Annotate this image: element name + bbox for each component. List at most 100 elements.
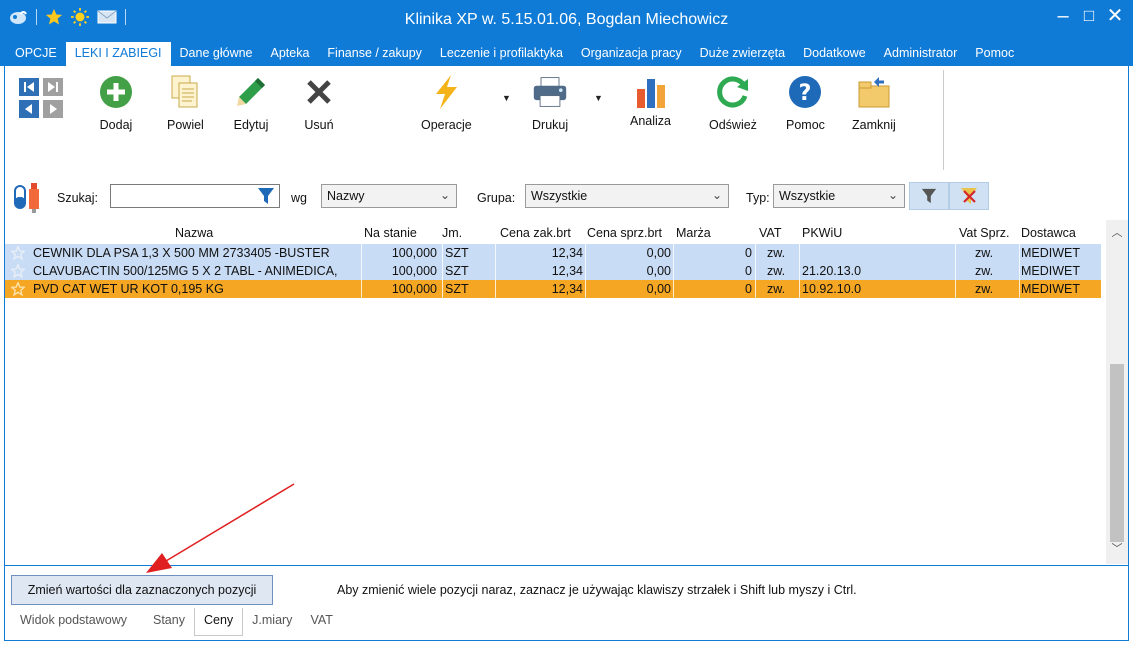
- usun-button[interactable]: Usuń: [301, 74, 337, 132]
- header-cena-zak[interactable]: Cena zak.brt: [500, 226, 571, 240]
- typ-value: Wszystkie: [779, 189, 836, 203]
- change-selected-button[interactable]: Zmień wartości dla zaznaczonych pozycji: [11, 575, 273, 605]
- last-icon: [43, 78, 63, 96]
- delete-x-icon: [307, 80, 331, 104]
- chevron-down-icon: ⌄: [711, 188, 722, 202]
- lightning-icon: [436, 75, 458, 109]
- table-row[interactable]: CLAVUBACTIN 500/125MG 5 X 2 TABL - ANIME…: [5, 262, 1101, 280]
- cell-marza: 0: [745, 246, 752, 260]
- last-record-button[interactable]: [43, 78, 63, 96]
- items-table[interactable]: Nazwa Na stanie Jm. Cena zak.brt Cena sp…: [4, 220, 1129, 566]
- operacje-label: Operacje: [421, 118, 472, 132]
- tab-administrator[interactable]: Administrator: [875, 42, 967, 66]
- search-input[interactable]: [110, 184, 280, 208]
- analiza-button[interactable]: Analiza: [630, 74, 671, 128]
- zamknij-label: Zamknij: [852, 118, 896, 132]
- tab-leczenie-i-profilaktyka[interactable]: Leczenie i profilaktyka: [431, 42, 572, 66]
- tab-apteka[interactable]: Apteka: [262, 42, 319, 66]
- zamknij-button[interactable]: Zamknij: [852, 74, 896, 132]
- header-dostawca[interactable]: Dostawca: [1021, 226, 1076, 240]
- powiel-button[interactable]: Powiel: [167, 74, 204, 132]
- column-divider: [673, 244, 674, 298]
- cell-jm: SZT: [445, 246, 469, 260]
- help-icon: ?: [789, 76, 822, 108]
- tab-dodatkowe[interactable]: Dodatkowe: [794, 42, 875, 66]
- cell-jm: SZT: [445, 264, 469, 278]
- copy-icon: [171, 75, 198, 108]
- tab-duze-zwierzeta[interactable]: Duże zwierzęta: [691, 42, 794, 66]
- column-divider: [442, 244, 443, 298]
- szukaj-label: Szukaj:: [57, 191, 98, 205]
- apply-filter-button[interactable]: [909, 182, 949, 210]
- add-icon: [100, 76, 132, 108]
- tab-organizacja-pracy[interactable]: Organizacja pracy: [572, 42, 691, 66]
- header-vat-sprz[interactable]: Vat Sprz.: [959, 226, 1009, 240]
- minimize-button[interactable]: –: [1053, 6, 1073, 26]
- chevron-down-icon: ⌄: [439, 188, 450, 202]
- cell-vat-sprz: zw.: [975, 246, 994, 260]
- drukuj-dropdown-icon[interactable]: ▼: [594, 93, 603, 103]
- tab-pomoc[interactable]: Pomoc: [966, 42, 1023, 66]
- header-cena-sprz[interactable]: Cena sprz.brt: [587, 226, 662, 240]
- sort-by-select[interactable]: Nazwy ⌄: [321, 184, 457, 208]
- refresh-icon: [717, 76, 748, 108]
- odswiez-button[interactable]: Odśwież: [709, 74, 757, 132]
- header-nazwa[interactable]: Nazwa: [175, 226, 213, 240]
- column-divider: [361, 244, 362, 298]
- table-row[interactable]: CEWNIK DLA PSA 1,3 X 500 MM 2733405 -BUS…: [5, 244, 1101, 262]
- table-row-focused[interactable]: PVD CAT WET UR KOT 0,195 KG 100,000 SZT …: [5, 280, 1101, 298]
- cell-marza: 0: [745, 282, 752, 296]
- maximize-button[interactable]: □: [1079, 6, 1099, 26]
- scroll-thumb[interactable]: [1110, 364, 1124, 542]
- drukuj-button[interactable]: Drukuj: [532, 74, 568, 132]
- operacje-button[interactable]: Operacje: [421, 74, 472, 132]
- view-subtabs: Widok podstawowy Stany Ceny J.miary VAT: [11, 608, 342, 636]
- clear-filter-button[interactable]: [949, 182, 989, 210]
- grupa-select[interactable]: Wszystkie ⌄: [525, 184, 729, 208]
- previous-record-button[interactable]: [19, 100, 39, 118]
- header-marza[interactable]: Marża: [676, 226, 711, 240]
- row-indicator-icon: [5, 244, 31, 262]
- header-vat[interactable]: VAT: [759, 226, 781, 240]
- tab-leki-i-zabiegi[interactable]: LEKI I ZABIEGI: [65, 42, 171, 66]
- column-divider: [955, 244, 956, 298]
- next-record-button[interactable]: [43, 100, 63, 118]
- powiel-label: Powiel: [167, 118, 204, 132]
- header-pkwiu[interactable]: PKWiU: [802, 226, 842, 240]
- record-navigator: [19, 78, 63, 118]
- vertical-scrollbar[interactable]: ︿ ﹀: [1106, 220, 1128, 564]
- cell-nazwa: CEWNIK DLA PSA 1,3 X 500 MM 2733405 -BUS…: [33, 246, 330, 260]
- row-indicator-icon: [5, 280, 31, 298]
- title-bar: Klinika XP w. 5.15.01.06, Bogdan Miechow…: [0, 0, 1133, 40]
- sort-by-value: Nazwy: [327, 189, 365, 203]
- dodaj-button[interactable]: Dodaj: [98, 74, 134, 132]
- header-na-stanie[interactable]: Na stanie: [364, 226, 417, 240]
- cell-pkwiu: 21.20.13.0: [802, 264, 862, 278]
- subtab-ceny[interactable]: Ceny: [193, 608, 244, 636]
- subtab-jmiary[interactable]: J.miary: [243, 608, 301, 636]
- subtab-widok-podstawowy[interactable]: Widok podstawowy: [11, 608, 136, 636]
- chevron-down-icon: ⌄: [887, 188, 898, 202]
- window-controls: – □ ✕: [1053, 6, 1125, 26]
- tab-finanse-zakupy[interactable]: Finanse / zakupy: [318, 42, 431, 66]
- wg-label: wg: [291, 191, 307, 205]
- cell-na-stanie: 100,000: [391, 282, 437, 296]
- svg-text:?: ?: [799, 81, 812, 106]
- subtab-stany[interactable]: Stany: [144, 608, 194, 636]
- tab-opcje[interactable]: OPCJE: [6, 42, 66, 66]
- filter-icon[interactable]: [257, 187, 275, 205]
- cell-cena-sprz: 0,00: [646, 264, 671, 278]
- first-record-button[interactable]: [19, 78, 39, 96]
- pomoc-button[interactable]: ? Pomoc: [786, 74, 825, 132]
- analiza-label: Analiza: [630, 114, 671, 128]
- subtab-vat[interactable]: VAT: [301, 608, 341, 636]
- edytuj-button[interactable]: Edytuj: [233, 74, 269, 132]
- tab-dane-glowne[interactable]: Dane główne: [171, 42, 262, 66]
- grupa-value: Wszystkie: [531, 189, 588, 203]
- scroll-down-icon[interactable]: ﹀: [1106, 540, 1128, 560]
- header-jm[interactable]: Jm.: [442, 226, 462, 240]
- typ-select[interactable]: Wszystkie ⌄: [773, 184, 905, 208]
- operacje-dropdown-icon[interactable]: ▼: [502, 93, 511, 103]
- scroll-up-icon[interactable]: ︿: [1106, 224, 1128, 244]
- close-button[interactable]: ✕: [1105, 6, 1125, 26]
